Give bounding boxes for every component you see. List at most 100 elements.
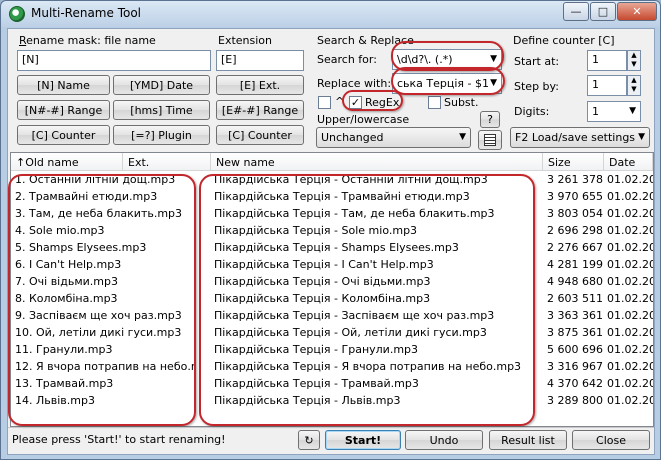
new-name-cell: Пікардійська Терція - I Can't Help.mp3 bbox=[214, 258, 434, 271]
date-cell: 01.02.200 bbox=[607, 207, 653, 220]
up-arrow-icon: ▲ bbox=[631, 51, 637, 59]
size-cell: 4 948 680 bbox=[547, 275, 603, 288]
result-list-button[interactable]: Result list bbox=[489, 430, 567, 450]
new-name-cell: Пікардійська Терція - Заспіваєм ще хоч р… bbox=[214, 309, 495, 322]
chevron-down-icon: ▼ bbox=[490, 78, 497, 88]
close-icon: ✕ bbox=[632, 5, 642, 18]
ext-counter-button[interactable]: [C] Counter bbox=[216, 125, 304, 145]
size-cell: 3 316 967 bbox=[547, 360, 603, 373]
app-icon bbox=[9, 6, 25, 22]
new-name-cell: Пікардійська Терція - Shamps Elysees.mp3 bbox=[214, 241, 459, 254]
counter-label: Define counter [C] bbox=[513, 34, 615, 47]
step-by-label: Step by: bbox=[514, 80, 559, 93]
column-header-size[interactable]: Size bbox=[543, 153, 604, 171]
search-for-value: \d\d?\. (.*) bbox=[397, 53, 453, 66]
ext-placeholder-button[interactable]: [E] Ext. bbox=[216, 75, 304, 95]
old-name-cell: 12. Я вчора потрапив на небо.mp3 bbox=[15, 360, 195, 373]
chevron-down-icon: ▼ bbox=[638, 132, 645, 142]
chevron-down-icon: ▼ bbox=[490, 54, 497, 64]
date-cell: 01.02.200 bbox=[607, 360, 653, 373]
size-cell: 3 363 361 bbox=[547, 309, 603, 322]
subst-checkbox[interactable] bbox=[428, 96, 441, 109]
column-header-new-name[interactable]: New name bbox=[211, 153, 543, 171]
start-at-input[interactable]: 1 bbox=[587, 50, 627, 71]
digits-label: Digits: bbox=[514, 105, 550, 118]
column-header-old-name[interactable]: ↑Old name bbox=[11, 153, 123, 171]
start-at-spinner[interactable]: ▲ ▼ bbox=[627, 50, 641, 71]
help-button[interactable]: ? bbox=[480, 111, 500, 128]
subst-label: Subst. bbox=[444, 96, 479, 109]
date-cell: 01.02.200 bbox=[607, 343, 653, 356]
new-name-cell: Пікардійська Терція - Там, де неба блаки… bbox=[214, 207, 495, 220]
search-for-combo[interactable]: \d\d?\. (.*) ▼ bbox=[392, 49, 502, 70]
step-by-input[interactable]: 1 bbox=[587, 75, 627, 96]
undo-button[interactable]: Undo bbox=[405, 430, 483, 450]
maximize-button[interactable]: □ bbox=[590, 2, 616, 21]
new-name-cell: Пікардійська Терція - Ой, летіли дикі гу… bbox=[214, 326, 487, 339]
size-cell: 2 276 667 bbox=[547, 241, 603, 254]
edit-list-button[interactable] bbox=[478, 130, 502, 150]
new-name-cell: Пікардійська Терція - Останній літній до… bbox=[214, 173, 488, 186]
column-header-date[interactable]: Date bbox=[604, 153, 653, 171]
old-name-cell: 6. I Can't Help.mp3 bbox=[15, 258, 122, 271]
window-title: Multi-Rename Tool bbox=[31, 6, 141, 20]
app-window: Multi-Rename Tool — □ ✕ Rename mask: fil… bbox=[0, 0, 661, 460]
date-cell: 01.02.200 bbox=[607, 309, 653, 322]
date-cell: 01.02.200 bbox=[607, 394, 653, 407]
size-cell: 2 603 511 bbox=[547, 292, 603, 305]
digits-select[interactable]: 1 ▼ bbox=[587, 101, 641, 122]
load-save-settings-label: F2 Load/save settings bbox=[515, 131, 636, 144]
step-by-spinner[interactable]: ▲ ▼ bbox=[627, 75, 641, 96]
old-name-cell: 13. Трамвай.mp3 bbox=[15, 377, 114, 390]
name-range-button[interactable]: [N#-#] Range bbox=[17, 100, 110, 120]
regex-checkbox[interactable]: ✓ bbox=[349, 96, 362, 109]
new-name-cell: Пікардійська Терція - Sole mio.mp3 bbox=[214, 224, 418, 237]
new-name-cell: Пікардійська Терція - Гранули.mp3 bbox=[214, 343, 419, 356]
date-placeholder-button[interactable]: [YMD] Date bbox=[113, 75, 210, 95]
load-save-settings-select[interactable]: F2 Load/save settings ▼ bbox=[510, 127, 650, 148]
time-placeholder-button[interactable]: [hms] Time bbox=[113, 100, 210, 120]
size-cell: 4 281 199 bbox=[547, 258, 603, 271]
minimize-button[interactable]: — bbox=[563, 2, 589, 21]
replace-with-label: Replace with: bbox=[317, 77, 392, 90]
refresh-button[interactable]: ↻ bbox=[298, 430, 320, 450]
size-cell: 3 261 378 bbox=[547, 173, 603, 186]
size-cell: 3 875 361 bbox=[547, 326, 603, 339]
size-cell: 3 289 800 bbox=[547, 394, 603, 407]
date-cell: 01.02.200 bbox=[607, 326, 653, 339]
chevron-down-icon: ▼ bbox=[459, 132, 466, 142]
refresh-icon: ↻ bbox=[304, 433, 314, 447]
plugin-placeholder-button[interactable]: [=?] Plugin bbox=[113, 125, 210, 145]
new-name-cell: Пікардійська Терція - Трамвайні етюди.mp… bbox=[214, 190, 470, 203]
case-select[interactable]: Unchanged ▼ bbox=[316, 127, 471, 148]
file-list[interactable]: ↑Old name Ext. New name Size Date 1. Ост… bbox=[10, 152, 654, 427]
regex-label: RegEx bbox=[365, 96, 400, 109]
up-arrow-icon: ▲ bbox=[631, 76, 637, 84]
counter-placeholder-button[interactable]: [C] Counter bbox=[17, 125, 110, 145]
size-cell: 2 696 298 bbox=[547, 224, 603, 237]
extension-input[interactable]: [E] bbox=[216, 50, 304, 71]
column-header-ext[interactable]: Ext. bbox=[123, 153, 211, 171]
new-name-cell: Пікардійська Терція - Трамвай.mp3 bbox=[214, 377, 419, 390]
caret-checkbox[interactable] bbox=[318, 96, 331, 109]
caret-label: ^ bbox=[335, 95, 345, 108]
size-cell: 5 600 696 bbox=[547, 343, 603, 356]
size-cell: 3 803 054 bbox=[547, 207, 603, 220]
ext-range-button[interactable]: [E#-#] Range bbox=[216, 100, 304, 120]
old-name-cell: 1. Останній літній дощ.mp3 bbox=[15, 173, 176, 186]
replace-with-combo[interactable]: ська Терція - $1 ▼ bbox=[392, 73, 502, 94]
new-name-cell: Пікардійська Терція - Львів.mp3 bbox=[214, 394, 401, 407]
rename-mask-label: Rename mask: file name bbox=[19, 34, 156, 47]
new-name-cell: Пікардійська Терція - Коломбіна.mp3 bbox=[214, 292, 431, 305]
search-replace-label: Search & Replace bbox=[317, 34, 414, 47]
start-button[interactable]: Start! bbox=[325, 430, 401, 450]
date-cell: 01.02.200 bbox=[607, 173, 653, 186]
date-cell: 01.02.200 bbox=[607, 258, 653, 271]
title-bar: Multi-Rename Tool — □ ✕ bbox=[1, 1, 660, 27]
old-name-cell: 10. Ой, летіли дикі гуси.mp3 bbox=[15, 326, 182, 339]
new-name-cell: Пікардійська Терція - Я вчора потрапив н… bbox=[214, 360, 522, 373]
rename-mask-input[interactable]: [N] bbox=[17, 50, 211, 71]
close-button[interactable]: Close bbox=[572, 430, 650, 450]
close-window-button[interactable]: ✕ bbox=[617, 2, 657, 21]
name-placeholder-button[interactable]: [N] Name bbox=[17, 75, 110, 95]
